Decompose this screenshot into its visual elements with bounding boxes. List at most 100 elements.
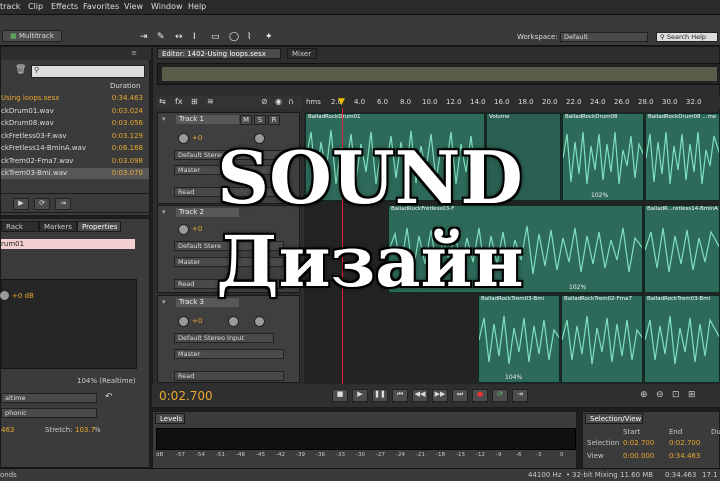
overview-range[interactable] — [162, 67, 717, 81]
track-3-volume[interactable]: +0 — [192, 317, 202, 325]
marquee-icon[interactable]: ▭ — [211, 32, 220, 42]
zoom-out-icon[interactable]: ⊖ — [656, 390, 664, 400]
healing-icon[interactable]: ✦ — [265, 32, 273, 42]
brush-icon[interactable]: ⌇ — [247, 32, 251, 42]
selection-end[interactable]: 0:02.700 — [669, 439, 700, 447]
search-icon: ⚲ — [34, 66, 40, 74]
track-1-volume-knob[interactable] — [178, 133, 189, 144]
volume-knob[interactable] — [0, 290, 10, 301]
file-row[interactable]: ckDrum01.wav 0:03.024 — [1, 106, 149, 117]
zoom-selection-icon[interactable]: ⊞ — [688, 390, 696, 400]
sends-icon[interactable]: ⊞ — [191, 97, 198, 106]
clip-track1-drum08b[interactable]: BalladRockDrum08 ...me — [645, 113, 720, 201]
view-end[interactable]: 0:34.463 — [669, 452, 700, 460]
files-search-input[interactable]: ⚲ — [31, 65, 145, 78]
play-button[interactable]: ▶ — [352, 389, 368, 402]
tab-selection-view[interactable]: Selection/View — [585, 413, 643, 424]
timeline-ruler[interactable]: hms 2.0 4.0 6.0 8.0 10.0 12.0 14.0 16.0 … — [304, 97, 720, 109]
file-row[interactable]: ckDrum08.wav 0:03.056 — [1, 118, 149, 129]
move-tool-icon[interactable]: ⇥ — [140, 32, 148, 42]
slip-tool-icon[interactable]: ↔ — [175, 32, 183, 42]
tab-rack[interactable]: Rack — [1, 221, 39, 232]
inputs-icon[interactable]: ⇆ — [159, 97, 166, 106]
selection-start[interactable]: 0:02.700 — [623, 439, 654, 447]
fast-forward-button[interactable]: ▶▶ — [432, 389, 448, 402]
panel-menu-icon[interactable]: ≡ — [131, 49, 137, 57]
tab-properties[interactable]: Properties — [77, 221, 121, 232]
track-3-output-select[interactable]: Master — [174, 349, 284, 359]
clip-track1-drum08[interactable]: BalladRockDrum08 102% — [562, 113, 644, 201]
record-button[interactable]: ● — [472, 389, 488, 402]
track-3-input-select[interactable]: Default Stereo Input — [174, 333, 274, 343]
fx-icon[interactable]: fx — [175, 97, 183, 106]
file-row[interactable]: ckFretless03-F.wav 0:03.129 — [1, 131, 149, 142]
file-duration: 0:34.463 — [111, 94, 143, 102]
razor-tool-icon[interactable]: ✎ — [157, 32, 165, 42]
playhead-marker-icon[interactable]: ▼ — [338, 97, 345, 107]
go-to-start-button[interactable]: ⏮ — [392, 389, 408, 402]
collapse-icon[interactable]: ▾ — [162, 298, 166, 306]
autoplay-button[interactable]: ⇥ — [55, 198, 71, 210]
file-row[interactable]: ckFretless14-BminA.wav 0:06.168 — [1, 143, 149, 154]
menu-window[interactable]: Window — [151, 2, 183, 11]
rewind-button[interactable]: ◀◀ — [412, 389, 428, 402]
stretch-type-select[interactable]: phonic — [1, 408, 97, 418]
go-to-end-button[interactable]: ⏭ — [452, 389, 468, 402]
time-selection-icon[interactable]: I — [193, 32, 196, 42]
multitrack-button[interactable]: ▦ Multitrack — [2, 30, 62, 42]
menu-effects[interactable]: Effects — [51, 2, 78, 11]
tab-levels[interactable]: Levels — [155, 413, 185, 424]
zoom-full-icon[interactable]: ⊡ — [672, 390, 680, 400]
stretch-duration[interactable]: 463 — [1, 426, 14, 434]
clip-name-field[interactable]: rum01 — [1, 239, 135, 249]
track-1-solo-button[interactable]: S — [254, 115, 266, 125]
menu-favorites[interactable]: Favorites — [83, 2, 119, 11]
menu-help[interactable]: Help — [188, 2, 206, 11]
menu-clip[interactable]: Clip — [28, 2, 43, 11]
stop-button[interactable]: ■ — [332, 389, 348, 402]
collapse-icon[interactable]: ▾ — [162, 208, 166, 216]
track-1-mute-button[interactable]: M — [240, 115, 252, 125]
track-3-pan-knob[interactable] — [228, 316, 239, 327]
zoom-in-icon[interactable]: ⊕ — [640, 390, 648, 400]
stretch-mode-select[interactable]: altime — [1, 393, 97, 403]
volume-value[interactable]: +0 dB — [12, 292, 34, 300]
collapse-icon[interactable]: ▾ — [162, 115, 166, 123]
tab-markers[interactable]: Markers — [39, 221, 77, 232]
track-3-volume-knob[interactable] — [178, 316, 189, 327]
pause-button[interactable]: ❚❚ — [372, 389, 388, 402]
file-row[interactable]: ckTrem03-Bmi.wav 0:03.070 — [1, 168, 149, 179]
search-help-input[interactable]: ⚲ Search Help — [656, 32, 718, 42]
lasso-icon[interactable]: ◯ — [229, 32, 239, 42]
file-row[interactable]: ckTrem02-Fma7.wav 0:03.098 — [1, 156, 149, 167]
clip-track3-fma7[interactable]: BalladRockTrem02-Fma7 — [561, 295, 643, 383]
skip-button[interactable]: ⇥ — [512, 389, 528, 402]
ruler-tick: 20.0 — [542, 98, 558, 106]
tab-mixer[interactable]: Mixer — [287, 48, 317, 59]
track-2-volume-knob[interactable] — [178, 224, 189, 235]
clip-track2-fretless14[interactable]: BalladR...retless14-BminA — [644, 205, 720, 293]
stretch-value[interactable]: 103.7 — [75, 426, 95, 434]
loop-button[interactable]: ⟳ — [492, 389, 508, 402]
delete-icon[interactable]: 🗑 — [15, 65, 26, 75]
clip-track3-trem03[interactable]: BalladRockTrem03-Bmi — [644, 295, 720, 383]
track-3-pan2-knob[interactable] — [254, 316, 265, 327]
reset-icon[interactable]: ↶ — [105, 392, 113, 402]
snap-icon[interactable]: ∩ — [288, 97, 294, 106]
track-1-arm-button[interactable]: R — [268, 115, 280, 125]
track-3-automation-select[interactable]: Read — [174, 371, 284, 381]
menu-track[interactable]: track — [0, 2, 20, 11]
mute-all-icon[interactable]: ⊘ — [261, 97, 268, 106]
clip-track3-bmi[interactable]: BalladRockTrem03-Bmi 104% — [478, 295, 560, 383]
tab-editor[interactable]: Editor: 1402-Using loops.sesx — [157, 48, 281, 59]
file-row[interactable]: Using loops.sesx 0:34.463 — [1, 93, 149, 104]
workspace-select[interactable]: Default — [560, 32, 648, 42]
overview-strip[interactable] — [157, 63, 720, 85]
track-1-name[interactable]: Track 1 — [176, 115, 239, 124]
play-preview-button[interactable]: ▶ — [13, 198, 29, 210]
solo-all-icon[interactable]: ◉ — [275, 97, 282, 106]
eq-icon[interactable]: ≋ — [207, 97, 214, 106]
menu-view[interactable]: View — [124, 2, 143, 11]
view-start[interactable]: 0:00.000 — [623, 452, 654, 460]
loop-preview-button[interactable]: ⟳ — [34, 198, 50, 210]
